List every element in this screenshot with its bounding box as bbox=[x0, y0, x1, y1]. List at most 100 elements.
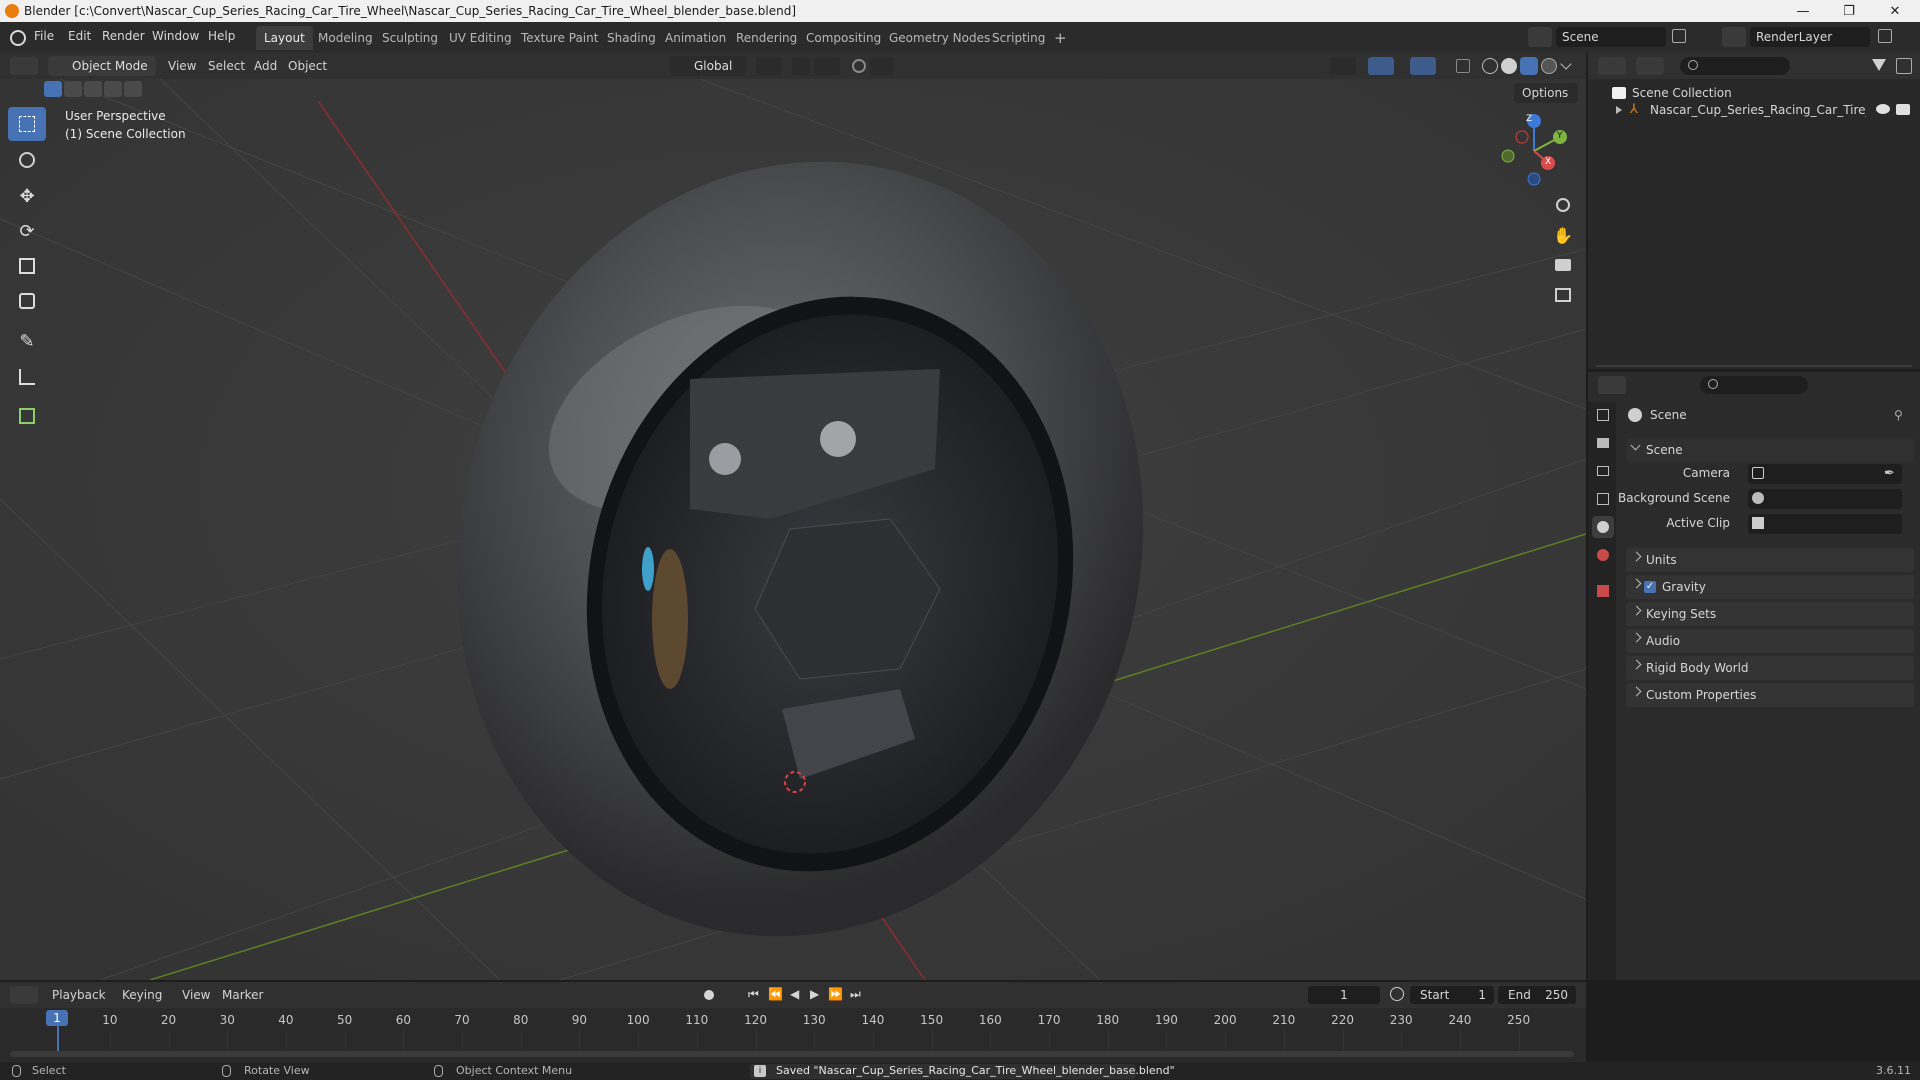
falloff-icon[interactable] bbox=[870, 57, 894, 75]
outliner-scrollbar[interactable] bbox=[1596, 365, 1912, 367]
proportional-edit-icon[interactable] bbox=[852, 59, 866, 73]
rigid-body-world-panel[interactable]: Rigid Body World bbox=[1626, 656, 1914, 680]
jump-start-icon[interactable]: ⏮ bbox=[748, 987, 759, 1002]
active-clip-field[interactable] bbox=[1748, 514, 1902, 534]
select-extend-mode-icon[interactable] bbox=[64, 81, 82, 97]
transform-tool[interactable] bbox=[8, 284, 46, 318]
scene-section-header[interactable]: Scene bbox=[1626, 438, 1914, 462]
display-mode-icon[interactable] bbox=[1636, 57, 1664, 75]
camera-field[interactable] bbox=[1748, 464, 1902, 484]
prev-keyframe-icon[interactable]: ⏪ bbox=[768, 987, 783, 1001]
menu-edit[interactable]: Edit bbox=[68, 29, 91, 43]
pan-view-button[interactable]: ✋ bbox=[1548, 221, 1578, 249]
filter-icon[interactable] bbox=[1872, 59, 1886, 71]
timeline-editor-type-icon[interactable] bbox=[10, 986, 38, 1004]
select-box-mode-icon[interactable] bbox=[44, 81, 62, 97]
select-subtract-mode-icon[interactable] bbox=[84, 81, 102, 97]
background-scene-field[interactable] bbox=[1748, 489, 1902, 509]
tab-sculpting[interactable]: Sculpting bbox=[374, 26, 446, 50]
navigation-gizmo[interactable] bbox=[1494, 111, 1574, 191]
custom-properties-panel[interactable]: Custom Properties bbox=[1626, 683, 1914, 707]
gravity-checkbox[interactable]: ✓ bbox=[1644, 581, 1656, 593]
cursor-tool[interactable] bbox=[8, 143, 46, 177]
menu-playback[interactable]: Playback bbox=[52, 985, 106, 1005]
select-invert-mode-icon[interactable] bbox=[104, 81, 122, 97]
ortho-toggle-button[interactable] bbox=[1548, 281, 1578, 309]
expand-arrow-icon[interactable] bbox=[1616, 106, 1622, 114]
menu-keying[interactable]: Keying bbox=[122, 985, 162, 1005]
overlays-toggle-icon[interactable] bbox=[1410, 57, 1436, 75]
editor-type-icon[interactable] bbox=[10, 57, 38, 75]
snap-icon[interactable] bbox=[792, 57, 810, 75]
new-scene-icon[interactable] bbox=[1672, 29, 1686, 43]
menu-file[interactable]: File bbox=[34, 29, 54, 43]
annotate-tool[interactable]: ✎ bbox=[8, 324, 46, 358]
tool-tab-icon[interactable] bbox=[1592, 404, 1614, 426]
tab-rendering[interactable]: Rendering bbox=[728, 26, 805, 50]
menu-add[interactable]: Add bbox=[254, 56, 277, 76]
options-dropdown[interactable]: Options bbox=[1514, 83, 1578, 103]
menu-object[interactable]: Object bbox=[288, 56, 327, 76]
next-keyframe-icon[interactable]: ⏩ bbox=[828, 987, 843, 1001]
tab-compositing[interactable]: Compositing bbox=[798, 26, 889, 50]
playhead-handle[interactable]: 1 bbox=[46, 1010, 68, 1026]
camera-view-button[interactable] bbox=[1548, 251, 1578, 279]
texture-tab-icon[interactable] bbox=[1592, 580, 1614, 602]
preview-range-icon[interactable] bbox=[1390, 987, 1404, 1001]
play-icon[interactable]: ▶ bbox=[810, 987, 819, 1001]
add-cube-tool[interactable] bbox=[8, 399, 46, 433]
pin-icon[interactable]: ⚲ bbox=[1894, 408, 1903, 422]
zoom-view-button[interactable] bbox=[1548, 191, 1578, 219]
transform-orientation-dropdown[interactable]: Global bbox=[670, 56, 746, 76]
select-intersect-mode-icon[interactable] bbox=[124, 81, 142, 97]
visibility-eye-icon[interactable] bbox=[1876, 104, 1890, 114]
wireframe-shading-icon[interactable] bbox=[1482, 58, 1498, 74]
outliner-object-label[interactable]: Nascar_Cup_Series_Racing_Car_Tire_Wh bbox=[1650, 103, 1866, 117]
new-collection-icon[interactable] bbox=[1896, 58, 1912, 74]
pivot-point-icon[interactable] bbox=[756, 57, 782, 75]
rotate-tool[interactable]: ⟳ bbox=[8, 214, 46, 248]
scene-selector[interactable]: Scene bbox=[1556, 27, 1666, 47]
properties-editor-type-icon[interactable] bbox=[1598, 376, 1626, 394]
minimize-button[interactable]: — bbox=[1780, 0, 1826, 22]
tab-shading[interactable]: Shading bbox=[599, 26, 664, 50]
new-layer-icon[interactable] bbox=[1878, 29, 1892, 43]
render-camera-icon[interactable] bbox=[1896, 104, 1910, 115]
solid-shading-icon[interactable] bbox=[1501, 58, 1517, 74]
mode-dropdown[interactable]: Object Mode bbox=[48, 56, 156, 76]
world-tab-icon[interactable] bbox=[1592, 544, 1614, 566]
timeline-scrollbar[interactable] bbox=[10, 1051, 1574, 1057]
auto-keying-icon[interactable] bbox=[704, 990, 714, 1000]
add-workspace-button[interactable]: + bbox=[1046, 26, 1075, 50]
rendered-shading-icon[interactable] bbox=[1541, 58, 1557, 74]
tab-layout[interactable]: Layout bbox=[256, 26, 313, 50]
visibility-filter-icon[interactable] bbox=[1330, 57, 1356, 75]
close-button[interactable]: ✕ bbox=[1872, 0, 1918, 22]
keying-sets-panel[interactable]: Keying Sets bbox=[1626, 602, 1914, 626]
tab-animation[interactable]: Animation bbox=[657, 26, 734, 50]
tab-scripting[interactable]: Scripting bbox=[984, 26, 1053, 50]
menu-marker[interactable]: Marker bbox=[222, 985, 263, 1005]
scene-browse-icon[interactable] bbox=[1528, 27, 1552, 47]
move-tool[interactable]: ✥ bbox=[8, 179, 46, 213]
render-tab-icon[interactable] bbox=[1592, 432, 1614, 454]
tab-geometry-nodes[interactable]: Geometry Nodes bbox=[881, 26, 998, 50]
audio-panel[interactable]: Audio bbox=[1626, 629, 1914, 653]
end-frame-field[interactable]: End 250 bbox=[1498, 986, 1576, 1004]
scene-collection-label[interactable]: Scene Collection bbox=[1632, 86, 1732, 100]
3d-viewport[interactable]: User Perspective (1) Scene Collection ✥ … bbox=[0, 79, 1586, 980]
blender-menu-icon[interactable] bbox=[10, 30, 26, 46]
menu-select[interactable]: Select bbox=[208, 56, 245, 76]
tab-texture-paint[interactable]: Texture Paint bbox=[513, 26, 606, 50]
menu-window[interactable]: Window bbox=[152, 29, 199, 43]
menu-view[interactable]: View bbox=[168, 56, 196, 76]
scale-tool[interactable] bbox=[8, 249, 46, 283]
select-box-tool[interactable] bbox=[8, 107, 46, 141]
units-panel[interactable]: Units bbox=[1626, 548, 1914, 572]
eyedropper-icon[interactable]: ✒ bbox=[1884, 466, 1895, 481]
measure-tool[interactable] bbox=[8, 360, 46, 394]
layer-browse-icon[interactable] bbox=[1722, 27, 1746, 47]
shading-options-icon[interactable] bbox=[1560, 58, 1572, 70]
menu-help[interactable]: Help bbox=[208, 29, 235, 43]
start-frame-field[interactable]: Start 1 bbox=[1410, 986, 1494, 1004]
